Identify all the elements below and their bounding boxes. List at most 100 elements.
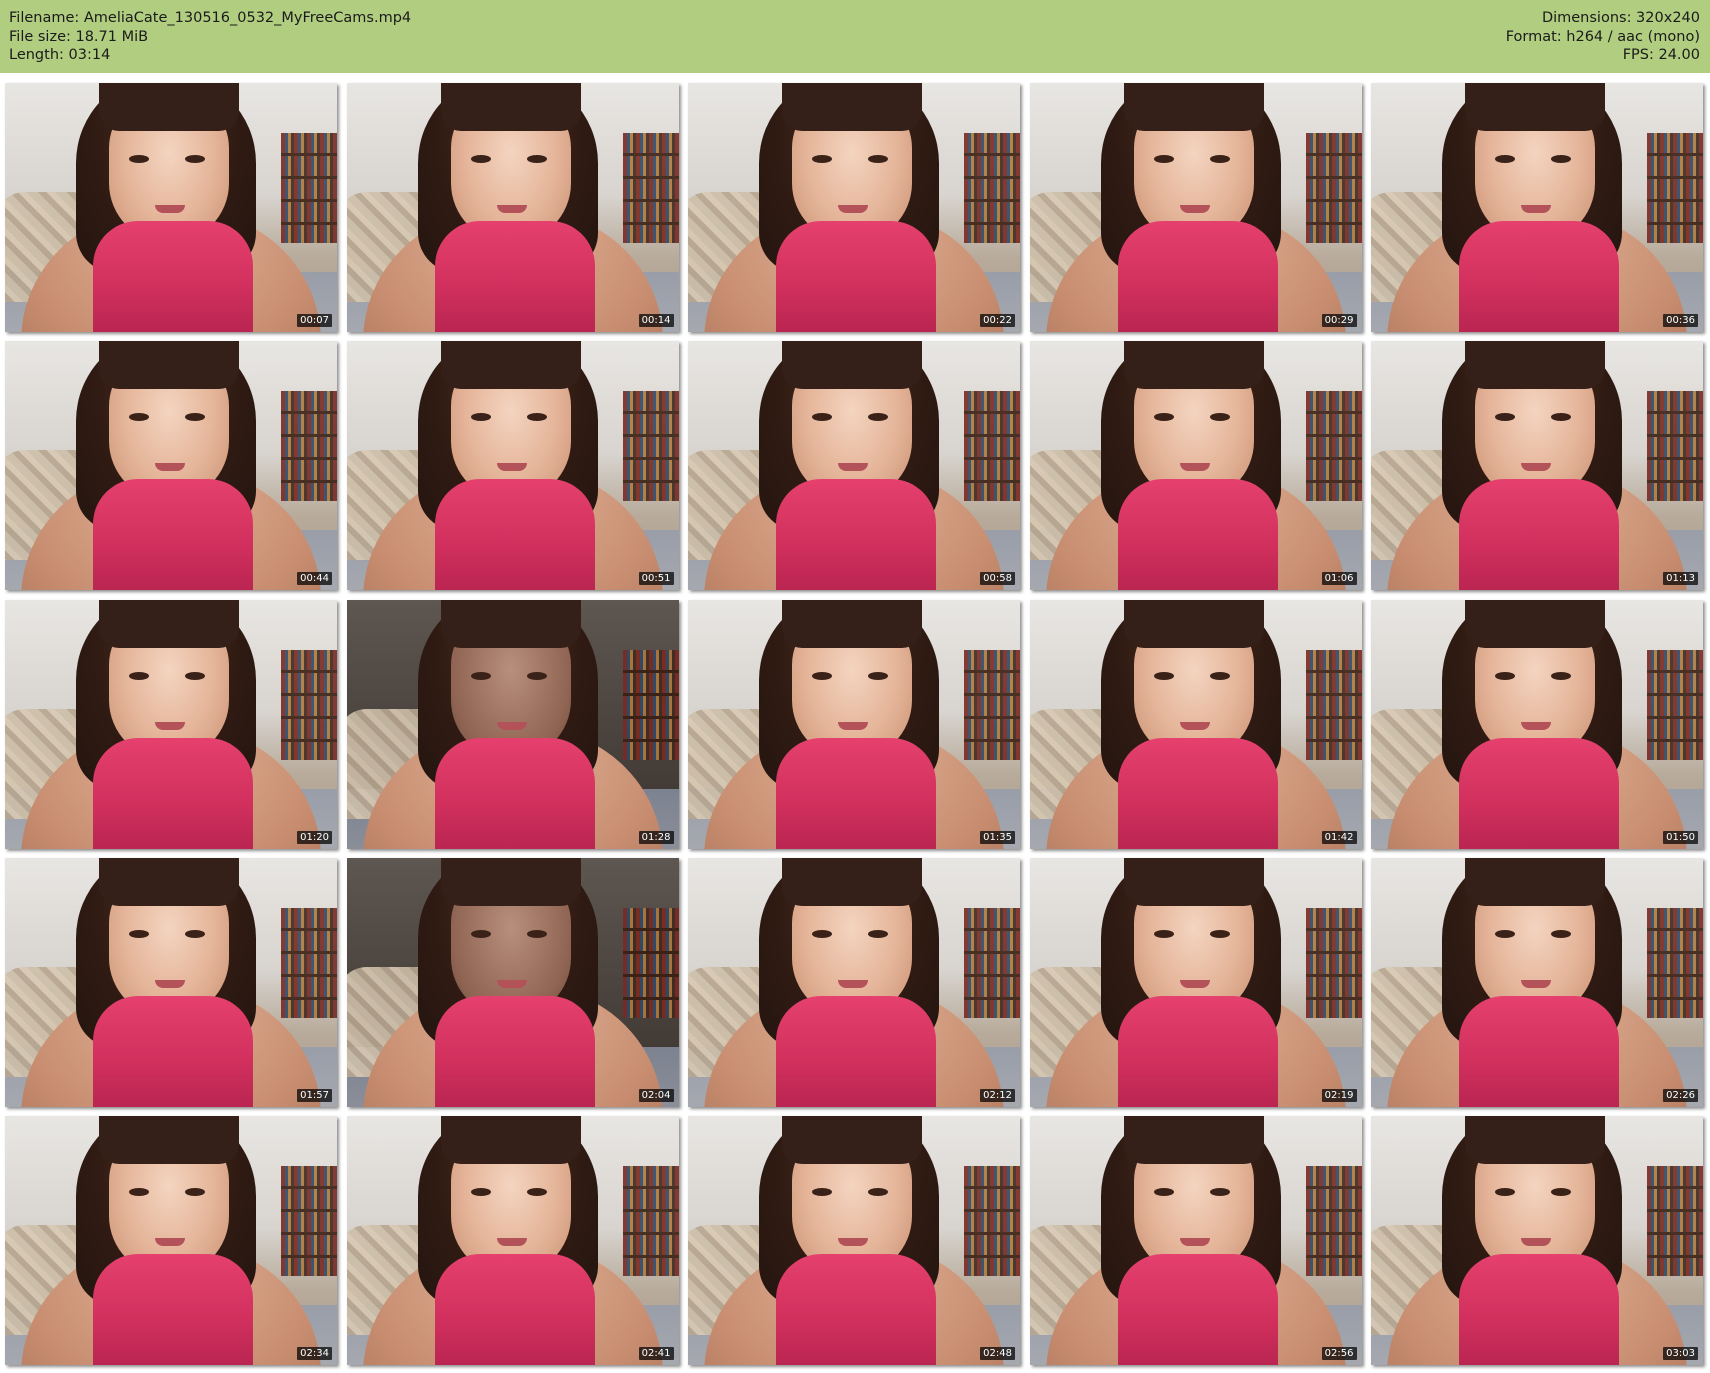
thumbnail-frame-eye-r: [868, 929, 888, 938]
video-thumbnail[interactable]: 02:48: [688, 1116, 1020, 1366]
timestamp-label: 02:34: [297, 1347, 332, 1361]
thumbnail-frame-fringe: [440, 599, 581, 648]
thumbnail-frame-mouth: [496, 463, 527, 472]
thumbnail-frame-eye-l: [1153, 1188, 1174, 1197]
video-thumbnail[interactable]: 02:04: [346, 857, 679, 1107]
video-thumbnail[interactable]: 02:56: [1029, 1116, 1362, 1366]
thumbnail-frame-eye-l: [812, 671, 832, 680]
thumbnail-frame-shelf: [1305, 1166, 1362, 1277]
timestamp-label: 00:36: [1663, 314, 1698, 327]
thumbnail-frame-fringe: [99, 83, 239, 131]
thumbnail-frame-eye-l: [470, 1188, 491, 1197]
timestamp-label: 02:19: [1321, 1088, 1357, 1102]
thumbnail-frame-shelf: [281, 649, 337, 760]
thumbnail-frame-mouth: [1179, 463, 1210, 472]
video-thumbnail[interactable]: 01:42: [1029, 599, 1362, 849]
thumbnail-frame-mouth: [155, 1238, 185, 1247]
video-thumbnail[interactable]: 01:13: [1371, 341, 1703, 591]
thumbnail-frame-top: [434, 221, 595, 332]
thumbnail-frame-fringe: [440, 857, 581, 906]
thumbnail-frame-eye-l: [1153, 671, 1174, 680]
thumbnail-frame-shelf: [964, 133, 1020, 243]
thumbnail-frame-fringe: [1123, 857, 1264, 906]
video-thumbnail[interactable]: 00:14: [346, 83, 679, 332]
thumbnail-frame-shelf: [622, 1166, 679, 1277]
video-thumbnail[interactable]: 00:44: [5, 341, 337, 591]
thumbnail-frame-eye-r: [1209, 155, 1230, 163]
thumbnail-frame-mouth: [155, 979, 185, 988]
thumbnail-frame-shelf: [1647, 1166, 1703, 1277]
timestamp-label: 03:03: [1663, 1347, 1698, 1361]
thumbnail-frame-fringe: [782, 341, 922, 390]
thumbnail-frame-mouth: [838, 463, 868, 472]
thumbnail-frame-eye-l: [1153, 155, 1174, 163]
length-text: Length: 03:14: [9, 47, 111, 63]
thumbnail-frame-mouth: [838, 721, 868, 730]
timestamp-label: 00:58: [980, 572, 1015, 586]
thumbnail-frame-top: [1117, 479, 1278, 591]
timestamp-label: 00:44: [297, 572, 332, 586]
dimensions-text: Dimensions: 320x240: [1541, 10, 1700, 26]
video-thumbnail[interactable]: 02:41: [346, 1116, 679, 1366]
timestamp-label: 02:56: [1321, 1347, 1357, 1361]
thumbnail-frame-shelf: [1647, 133, 1703, 243]
timestamp-label: 01:50: [1663, 830, 1698, 844]
thumbnail-frame-mouth: [1521, 979, 1551, 988]
video-thumbnail[interactable]: 01:35: [688, 599, 1020, 849]
thumbnail-frame-eye-r: [526, 929, 547, 938]
thumbnail-frame-fringe: [1465, 857, 1605, 906]
thumbnail-frame-shelf: [1305, 907, 1362, 1018]
thumbnail-frame-eye-r: [868, 155, 888, 163]
video-thumbnail[interactable]: 02:26: [1371, 857, 1703, 1107]
video-thumbnail[interactable]: 01:06: [1029, 341, 1362, 591]
video-thumbnail[interactable]: 03:03: [1371, 1116, 1703, 1366]
fps-text: FPS: 24.00: [1622, 47, 1700, 63]
thumbnail-frame-eye-r: [1209, 1188, 1230, 1197]
thumbnail-frame-fringe: [1123, 1116, 1264, 1165]
timestamp-label: 01:35: [980, 830, 1015, 844]
thumbnail-frame-mouth: [1179, 1238, 1210, 1247]
video-thumbnail[interactable]: 00:51: [346, 341, 679, 591]
thumbnail-frame-top: [776, 995, 936, 1107]
thumbnail-frame-mouth: [496, 1238, 527, 1247]
video-thumbnail[interactable]: 00:29: [1029, 83, 1362, 332]
video-thumbnail[interactable]: 01:57: [5, 857, 337, 1107]
thumbnail-frame-fringe: [99, 1116, 239, 1165]
video-thumbnail[interactable]: 01:28: [346, 599, 679, 849]
thumbnail-frame-top: [1117, 221, 1278, 332]
thumbnail-frame-shelf: [1305, 133, 1362, 243]
file-size-text: File size: 18.71 MiB: [9, 28, 149, 45]
video-thumbnail[interactable]: 00:58: [688, 341, 1020, 591]
video-thumbnail[interactable]: 01:20: [5, 599, 337, 849]
thumbnail-frame-shelf: [281, 1166, 337, 1277]
thumbnail-frame-fringe: [1465, 341, 1605, 390]
thumbnail-frame-top: [1459, 479, 1619, 591]
video-thumbnail[interactable]: 00:07: [5, 83, 337, 332]
thumbnail-frame-fringe: [782, 857, 922, 906]
video-thumbnail[interactable]: 00:22: [688, 83, 1020, 332]
thumbnail-frame-shelf: [964, 907, 1020, 1018]
thumbnail-frame-shelf: [1305, 391, 1362, 502]
thumbnail-frame-top: [434, 737, 595, 849]
video-thumbnail[interactable]: 02:19: [1029, 857, 1362, 1107]
timestamp-label: 02:26: [1663, 1088, 1698, 1102]
thumbnail-frame-fringe: [782, 1116, 922, 1165]
thumbnail-frame-top: [1459, 1254, 1619, 1366]
thumbnail-frame-eye-r: [1551, 671, 1571, 680]
video-thumbnail[interactable]: 01:50: [1371, 599, 1703, 849]
thumbnail-frame-eye-r: [1209, 671, 1230, 680]
thumbnail-frame-fringe: [782, 599, 922, 648]
thumbnail-frame-top: [434, 995, 595, 1107]
thumbnail-frame-fringe: [440, 341, 581, 390]
info-left: Filename: AmeliaCate_130516_0532_MyFreeC…: [9, 9, 411, 65]
thumbnail-frame-shelf: [964, 391, 1020, 502]
thumbnail-frame-eye-r: [868, 671, 888, 680]
video-thumbnail[interactable]: 02:34: [5, 1116, 337, 1366]
thumbnail-frame-mouth: [496, 979, 527, 988]
thumbnail-frame-top: [93, 1254, 253, 1366]
thumbnail-frame-top: [1459, 995, 1619, 1107]
video-thumbnail[interactable]: 02:12: [688, 857, 1020, 1107]
video-thumbnail[interactable]: 00:36: [1371, 83, 1703, 332]
timestamp-label: 02:48: [980, 1347, 1015, 1361]
thumbnail-frame-shelf: [1305, 649, 1362, 760]
